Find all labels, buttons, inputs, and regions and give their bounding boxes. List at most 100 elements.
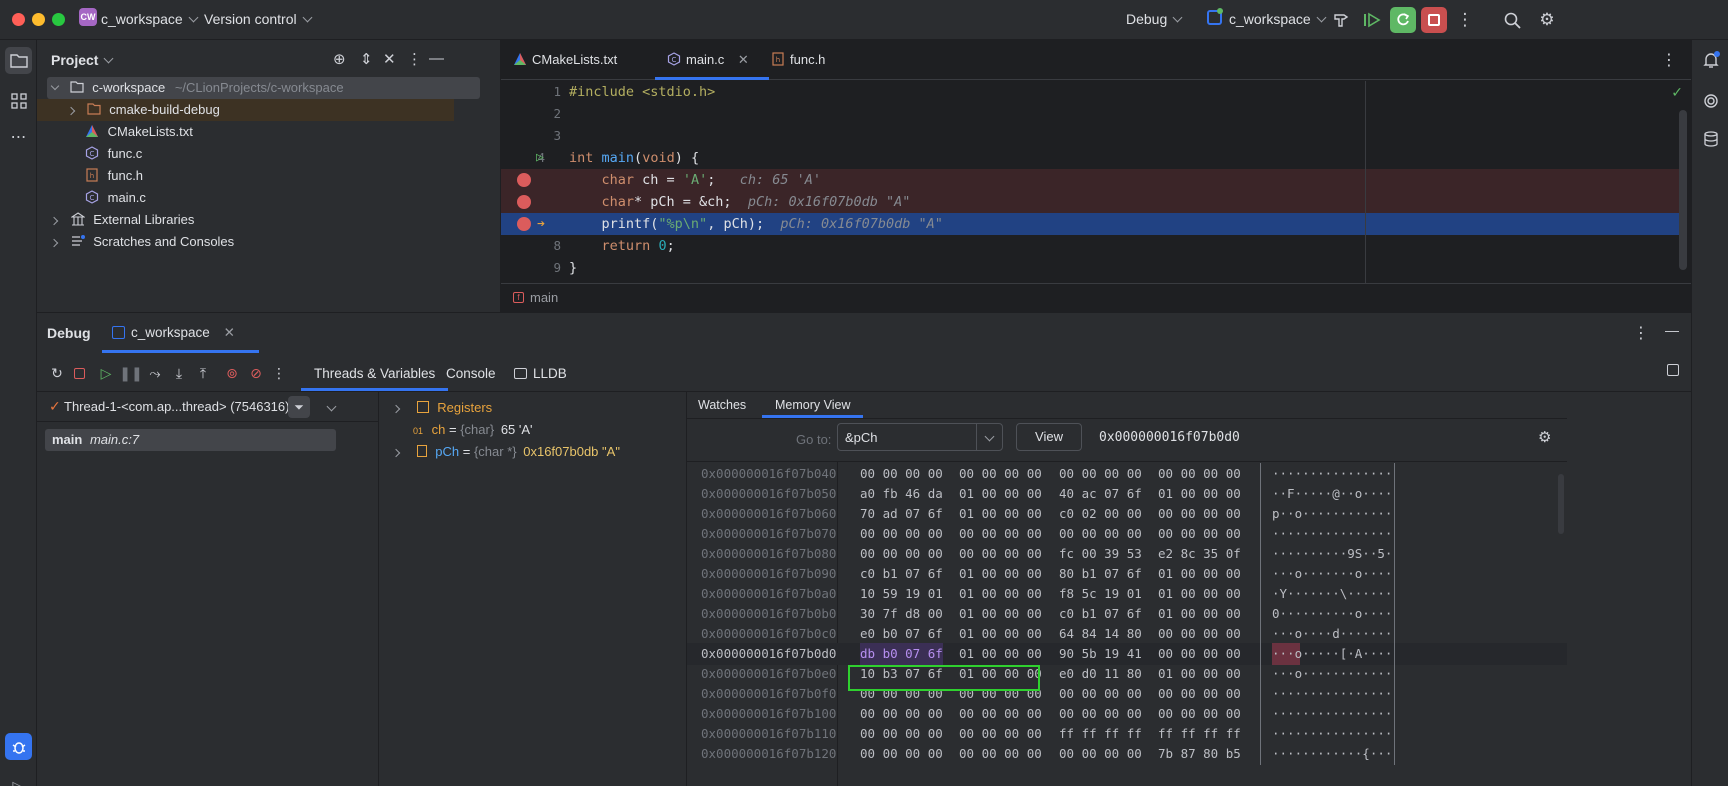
memory-hex-group[interactable]: 01 00 00 00 [959,503,1042,525]
settings-gear-icon[interactable]: ⚙ [1538,428,1551,446]
run-gutter-icon[interactable]: ▷ [536,147,544,169]
close-tab-icon[interactable]: ✕ [738,52,749,67]
memory-hex-group[interactable]: 40 ac 07 6f [1059,483,1142,505]
memory-hex-group[interactable]: ff ff ff ff [1059,723,1142,745]
memory-ascii[interactable]: ··········9S··5· [1272,543,1392,565]
memory-row[interactable]: 0x000000016f07b090 c0 b1 07 6f 01 00 00 00… [687,563,1567,585]
memory-ascii[interactable]: ···o············ [1272,663,1392,685]
tab-main-c[interactable]: Cmain.c ✕ [655,40,769,80]
memory-hex-group[interactable]: 00 00 00 00 [860,523,943,545]
memory-hex-group[interactable]: 00 00 00 00 [1059,683,1142,705]
tree-item-func-c[interactable]: C func.c [85,143,142,165]
more-vertical-icon[interactable]: ⋮ [1661,50,1677,70]
structure-icon[interactable] [5,87,32,114]
notifications-bell-icon[interactable] [1697,47,1724,74]
memory-hex-group[interactable]: 00 00 00 00 [1158,463,1241,485]
code-line-breakpoint[interactable]: char* pCh = &ch; pCh: 0x16f07b0db "A" [501,191,1683,213]
memory-hex-group[interactable]: fc 00 39 53 [1059,543,1142,565]
view-button[interactable]: View [1016,423,1082,451]
breakpoint-icon[interactable] [517,173,531,187]
rerun-debug-icon[interactable] [1390,7,1416,33]
layout-toggle-icon[interactable] [1667,364,1679,376]
memory-scrollbar[interactable] [1558,474,1564,534]
memory-hex-group[interactable]: 01 00 00 00 [959,563,1042,585]
memory-hex-group[interactable]: f8 5c 19 01 [1059,583,1142,605]
database-icon[interactable] [1697,125,1724,152]
memory-hex-group[interactable]: 00 00 00 00 [860,543,943,565]
memory-hex-group[interactable]: 64 84 14 80 [1059,623,1142,645]
memory-hex-group[interactable]: 00 00 00 00 [959,543,1042,565]
code-line[interactable]: 2 [501,103,1683,125]
memory-row[interactable]: 0x000000016f07b0c0 e0 b0 07 6f 01 00 00 00… [687,623,1567,645]
memory-hex-group[interactable]: 01 00 00 00 [959,643,1042,665]
var-pch[interactable]: pCh = {char *} 0x16f07b0db "A" [391,441,620,463]
memory-hex-group[interactable]: 01 00 00 00 [959,483,1042,505]
memory-ascii[interactable]: ················ [1272,723,1392,745]
stack-frame-main[interactable]: main main.c:7 [45,429,336,451]
memory-row[interactable]: 0x000000016f07b110 00 00 00 00 00 00 00 00… [687,723,1567,745]
expand-all-icon[interactable]: ⇕ [360,50,373,68]
more-vertical-icon[interactable]: ⋮ [407,50,422,68]
memory-row[interactable]: 0x000000016f07b0b0 30 7f d8 00 01 00 00 00… [687,603,1567,625]
memory-ascii[interactable]: ···o····d······· [1272,623,1392,645]
more-vertical-icon[interactable]: ⋮ [1633,323,1649,343]
code-line[interactable]: 1 #include <stdio.h> [501,81,1683,103]
tab-func-h[interactable]: h func.h [771,40,825,80]
memory-hex-group[interactable]: 00 00 00 00 [860,703,943,725]
tree-item-func-h[interactable]: h func.h [85,165,143,187]
memory-row[interactable]: 0x000000016f07b120 00 00 00 00 00 00 00 00… [687,743,1567,765]
rerun-icon[interactable]: ↻ [47,363,67,383]
tree-item-external-libraries[interactable]: External Libraries [49,209,194,231]
mute-breakpoints-icon[interactable]: ⊘ [246,363,266,383]
run-config-selector[interactable]: Debug [1126,11,1183,27]
build-hammer-icon[interactable] [1329,8,1353,32]
var-ch[interactable]: 01 ch = {char} 65 'A' [413,419,533,441]
memory-ascii[interactable]: ················ [1272,463,1392,485]
memory-hex-group[interactable]: 00 00 00 00 [959,523,1042,545]
tab-cmakelists[interactable]: CMakeLists.txt [513,40,617,80]
memory-hex-group[interactable]: 00 00 00 00 [959,463,1042,485]
close-window-button[interactable] [12,13,25,26]
memory-hex-group[interactable]: db b0 07 6f [860,643,943,665]
tree-item-main-c[interactable]: C main.c [85,187,146,209]
memory-row[interactable]: 0x000000016f07b0a0 10 59 19 01 01 00 00 00… [687,583,1567,605]
run-icon[interactable] [1360,8,1384,32]
code-line-breakpoint[interactable]: char ch = 'A'; ch: 65 'A' [501,169,1683,191]
memory-ascii[interactable]: ··F·····@··o···· [1272,483,1392,505]
maximize-window-button[interactable] [52,13,65,26]
breadcrumb-item[interactable]: main [530,290,558,305]
breakpoint-icon[interactable] [517,217,531,231]
memory-row[interactable]: 0x000000016f07b060 70 ad 07 6f 01 00 00 00… [687,503,1567,525]
memory-row[interactable]: 0x000000016f07b040 00 00 00 00 00 00 00 00… [687,463,1567,485]
code-line[interactable]: 3 [501,125,1683,147]
close-tab-icon[interactable]: ✕ [224,325,235,340]
memory-hex-group[interactable]: 30 7f d8 00 [860,603,943,625]
memory-hex-group[interactable]: e0 b0 07 6f [860,623,943,645]
tab-watches[interactable]: Watches [698,392,746,418]
memory-hex-group[interactable]: 00 00 00 00 [1158,623,1241,645]
memory-hex-group[interactable]: 10 59 19 01 [860,583,943,605]
memory-ascii[interactable]: ···o·····[·A···· [1272,643,1393,665]
memory-hex-group[interactable]: 00 00 00 00 [959,703,1042,725]
memory-hex-group[interactable]: 01 00 00 00 [959,583,1042,605]
tree-root-c-workspace[interactable]: c-workspace ~/CLionProjects/c-workspace [47,77,480,99]
memory-ascii[interactable]: ·Y·······\······ [1272,583,1392,605]
folder-icon[interactable] [5,47,32,74]
ai-assistant-icon[interactable] [1697,87,1724,114]
memory-hex-group[interactable]: 01 00 00 00 [1158,563,1241,585]
breakpoint-icon[interactable] [517,195,531,209]
collapse-all-icon[interactable]: ✕ [383,50,396,68]
var-registers[interactable]: Registers [391,397,492,419]
memory-row[interactable]: 0x000000016f07b100 00 00 00 00 00 00 00 00… [687,703,1567,725]
memory-hex-group[interactable]: a0 fb 46 da [860,483,943,505]
memory-hex-group[interactable]: 01 00 00 00 [1158,583,1241,605]
memory-hex-group[interactable]: 00 00 00 00 [1059,743,1142,765]
memory-ascii[interactable]: ················ [1272,703,1392,725]
chevron-down-icon[interactable] [326,401,337,412]
more-horizontal-icon[interactable]: ⋯ [5,123,32,150]
project-panel-title[interactable]: Project [51,52,114,68]
memory-ascii[interactable]: 0··········o···· [1272,603,1392,625]
memory-hex-group[interactable]: e0 d0 11 80 [1059,663,1142,685]
memory-ascii[interactable]: ···o·······o···· [1272,563,1392,585]
memory-hex-group[interactable]: 00 00 00 00 [959,723,1042,745]
